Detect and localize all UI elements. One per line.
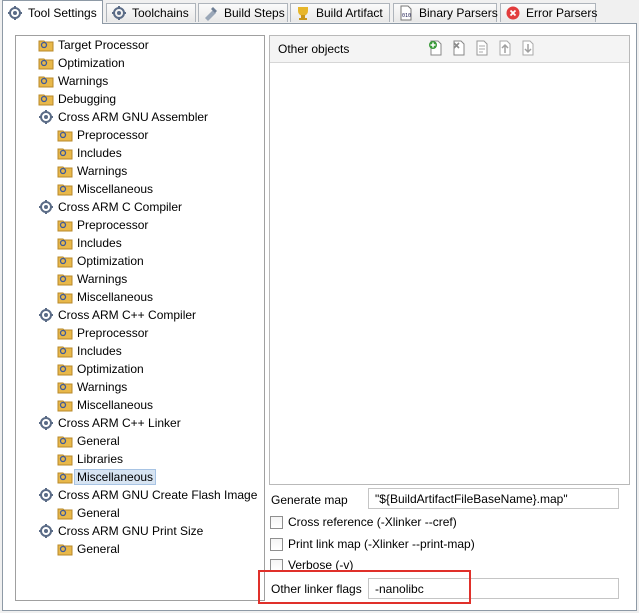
build-steps-icon <box>205 7 217 21</box>
move-down-icon[interactable] <box>520 40 536 56</box>
generate-map-field[interactable]: "${BuildArtifactFileBaseName}.map" <box>368 488 619 509</box>
tree-item-includes[interactable]: Includes <box>57 342 122 360</box>
tree-item-miscellaneous[interactable]: Miscellaneous <box>57 180 153 198</box>
generate-map-label: Generate map <box>271 493 348 507</box>
folder-settings-icon <box>57 130 73 142</box>
tree-item-warnings[interactable]: Warnings <box>57 270 127 288</box>
tree-item-optimization[interactable]: Optimization <box>57 252 144 270</box>
tool-settings-icon <box>39 200 53 214</box>
svg-text:010: 010 <box>402 13 411 19</box>
folder-settings-icon <box>38 94 54 106</box>
folder-settings-icon <box>57 346 73 358</box>
tab-binary-parsers[interactable]: 010 Binary Parsers <box>393 3 498 22</box>
folder-settings-icon <box>57 454 73 466</box>
tree-item-libraries[interactable]: Libraries <box>57 450 123 468</box>
tab-build-artifact[interactable]: Build Artifact <box>290 3 390 22</box>
tool-settings-icon <box>8 5 22 20</box>
tab-label: Toolchains <box>132 6 189 20</box>
cross-reference-option[interactable]: Cross reference (-Xlinker --cref) <box>270 515 457 529</box>
folder-settings-icon <box>57 184 73 196</box>
tree-item-debugging[interactable]: Debugging <box>38 90 116 108</box>
tree-item-target-processor[interactable]: Target Processor <box>38 36 149 54</box>
folder-settings-icon <box>57 220 73 232</box>
print-link-map-option[interactable]: Print link map (-Xlinker --print-map) <box>270 537 475 551</box>
build-artifact-icon <box>298 7 308 20</box>
annotation-highlight-box <box>258 570 471 604</box>
tab-error-parsers[interactable]: Error Parsers <box>500 3 598 22</box>
tree-item-includes[interactable]: Includes <box>57 144 122 162</box>
binary-parsers-icon: 010 <box>400 5 412 21</box>
tree-item-warnings[interactable]: Warnings <box>38 72 108 90</box>
folder-settings-icon <box>57 364 73 376</box>
tree-item-preprocessor[interactable]: Preprocessor <box>57 324 148 342</box>
tree-item-preprocessor[interactable]: Preprocessor <box>57 126 148 144</box>
tree-item-cross-arm-gnu-print-size[interactable]: Cross ARM GNU Print Size <box>38 522 203 540</box>
folder-settings-icon <box>57 382 73 394</box>
folder-settings-icon <box>57 328 73 340</box>
folder-settings-icon <box>38 58 54 70</box>
tree-item-general[interactable]: General <box>57 540 120 558</box>
folder-settings-icon <box>57 292 73 304</box>
tree-item-includes[interactable]: Includes <box>57 234 122 252</box>
folder-settings-icon <box>57 166 73 178</box>
tab-tool-settings[interactable]: Tool Settings <box>2 0 103 24</box>
folder-settings-icon <box>57 400 73 412</box>
tab-bar: Tool Settings Toolchains Build Steps Bui… <box>0 0 639 24</box>
tree-item-cross-arm-gnu-assembler[interactable]: Cross ARM GNU Assembler <box>38 108 208 126</box>
tool-settings-icon <box>39 524 53 538</box>
move-up-icon[interactable] <box>497 40 513 56</box>
cross-reference-label: Cross reference (-Xlinker --cref) <box>288 515 457 529</box>
tree-item-warnings[interactable]: Warnings <box>57 162 127 180</box>
tab-label: Error Parsers <box>526 6 598 20</box>
tree-item-general[interactable]: General <box>57 504 120 522</box>
error-parsers-icon <box>506 6 520 20</box>
tab-label: Build Steps <box>224 6 285 20</box>
tree-item-preprocessor[interactable]: Preprocessor <box>57 216 148 234</box>
folder-settings-icon <box>57 544 73 556</box>
tab-label: Binary Parsers <box>419 6 498 20</box>
tab-toolchains[interactable]: Toolchains <box>106 3 196 22</box>
tree-item-warnings[interactable]: Warnings <box>57 378 127 396</box>
other-objects-title: Other objects <box>278 42 350 56</box>
folder-settings-icon <box>57 148 73 160</box>
settings-tree[interactable]: Target Processor Optimization Warnings D… <box>15 35 265 601</box>
tool-settings-icon <box>39 110 53 124</box>
folder-settings-icon <box>57 238 73 250</box>
tree-item-miscellaneous[interactable]: Miscellaneous <box>57 396 153 414</box>
add-icon[interactable] <box>428 40 444 56</box>
tool-settings-icon <box>39 308 53 322</box>
tree-item-miscellaneous[interactable]: Miscellaneous <box>57 288 153 306</box>
tree-item-cross-arm-cpp-linker[interactable]: Cross ARM C++ Linker <box>38 414 181 432</box>
folder-settings-icon <box>57 274 73 286</box>
folder-settings-icon <box>57 256 73 268</box>
tool-settings-icon <box>39 488 53 502</box>
print-link-map-label: Print link map (-Xlinker --print-map) <box>288 537 475 551</box>
folder-settings-icon <box>57 508 73 520</box>
other-objects-list[interactable]: Other objects <box>269 35 630 485</box>
toolchains-icon <box>112 6 126 20</box>
tab-build-steps[interactable]: Build Steps <box>198 3 288 22</box>
folder-settings-icon <box>38 76 54 88</box>
edit-icon[interactable] <box>474 40 490 56</box>
tree-item-miscellaneous-selected[interactable]: Miscellaneous <box>57 468 157 486</box>
cross-reference-checkbox[interactable] <box>270 515 283 529</box>
delete-icon[interactable] <box>451 40 467 56</box>
folder-settings-icon <box>57 472 73 484</box>
tool-settings-icon <box>39 416 53 430</box>
tree-item-cross-arm-gnu-create-flash-image[interactable]: Cross ARM GNU Create Flash Image <box>38 486 257 504</box>
tree-item-general[interactable]: General <box>57 432 120 450</box>
folder-settings-icon <box>38 40 54 52</box>
tab-label: Tool Settings <box>28 5 97 20</box>
tree-item-optimization[interactable]: Optimization <box>57 360 144 378</box>
other-objects-header: Other objects <box>270 36 629 63</box>
tab-label: Build Artifact <box>316 6 383 20</box>
folder-settings-icon <box>57 436 73 448</box>
tree-item-optimization[interactable]: Optimization <box>38 54 125 72</box>
tree-item-cross-arm-cpp-compiler[interactable]: Cross ARM C++ Compiler <box>38 306 196 324</box>
tree-item-cross-arm-c-compiler[interactable]: Cross ARM C Compiler <box>38 198 182 216</box>
print-link-map-checkbox[interactable] <box>270 537 283 551</box>
